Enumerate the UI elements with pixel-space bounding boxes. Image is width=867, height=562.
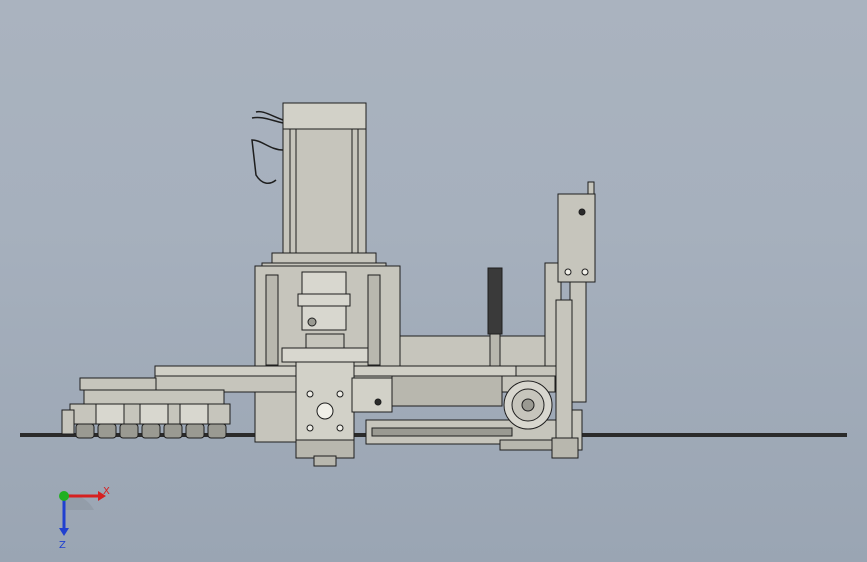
z-arrow-head [59,528,69,536]
x-axis-label: X [103,486,110,497]
carriage-wheels [75,423,227,439]
z-axis-label: Z [59,540,66,550]
y-axis-dot [59,491,69,501]
servo-motor [261,102,387,276]
sensor-bracket [551,181,596,459]
cad-viewport[interactable]: X Z [0,0,867,562]
motor-cable [251,110,284,185]
axis-triad: X Z [59,486,110,550]
assembly-model[interactable] [0,0,867,562]
slider-block [295,361,393,467]
